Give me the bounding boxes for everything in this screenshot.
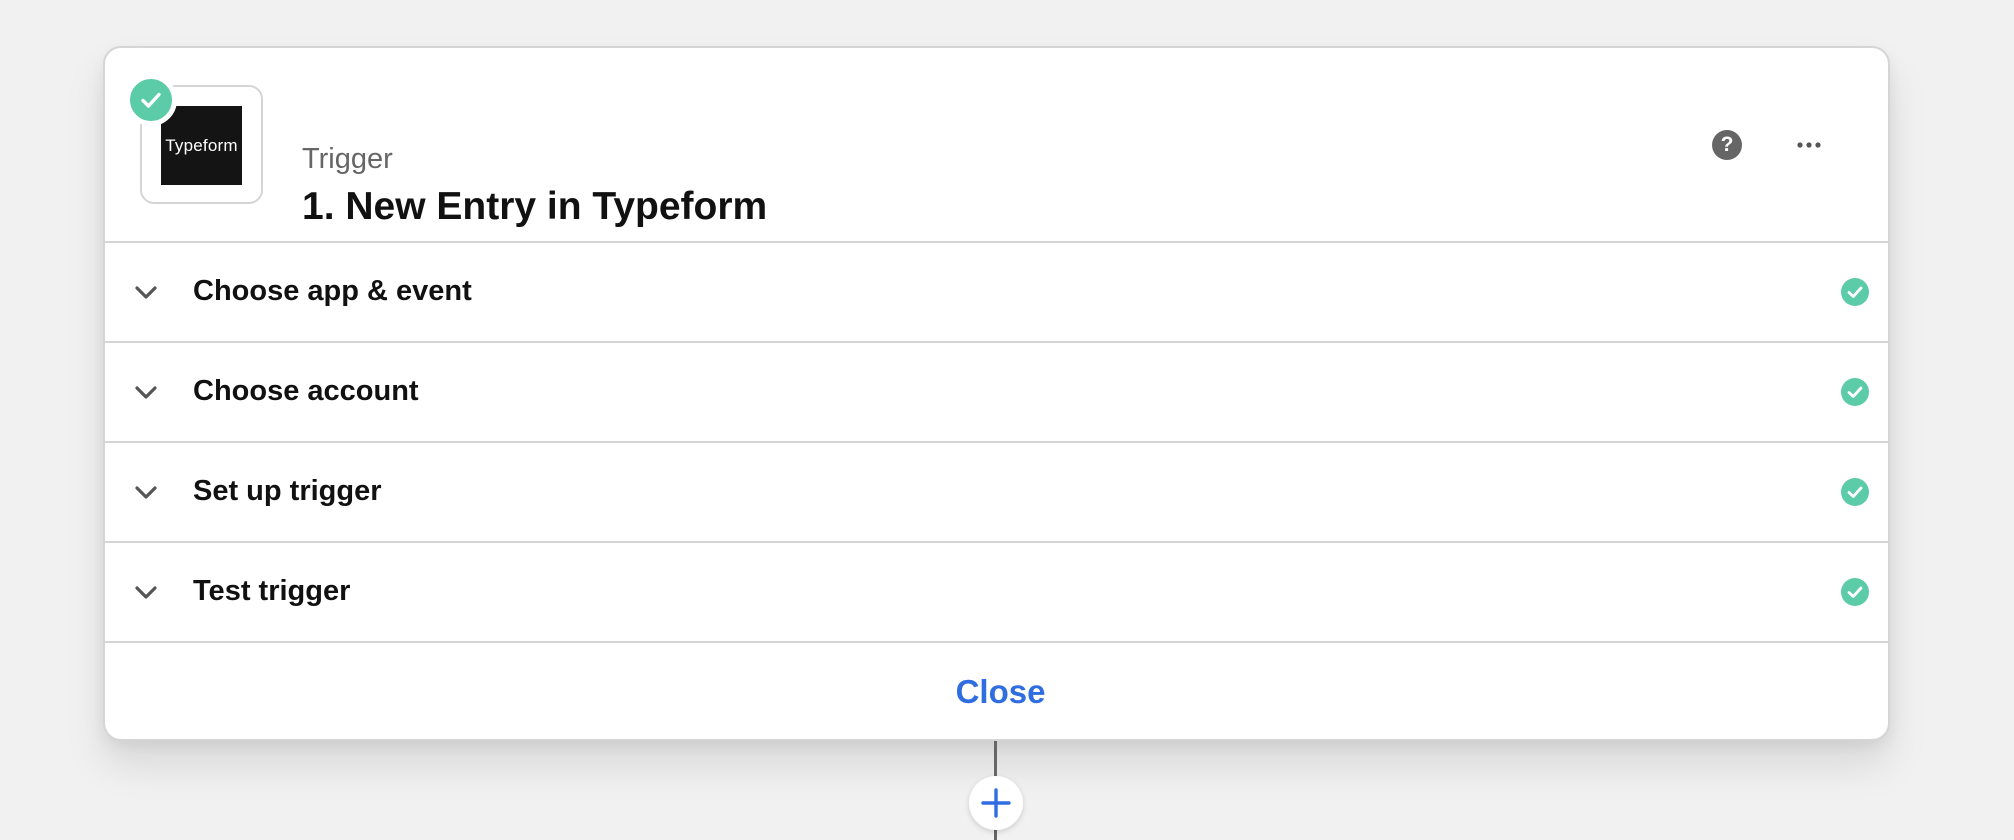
step-header: Typeform Trigger 1. New Entry in Typefor… [105, 48, 1888, 243]
chevron-down-icon [135, 486, 157, 499]
section-label: Choose account [193, 375, 419, 407]
typeform-logo: Typeform [161, 106, 242, 185]
step-kind-label: Trigger [302, 143, 393, 175]
check-circle-icon [1841, 278, 1869, 306]
chevron-down-icon [135, 586, 157, 599]
check-circle-icon [1841, 578, 1869, 606]
card-footer: Close [105, 643, 1888, 739]
help-icon[interactable]: ? [1712, 130, 1742, 160]
section-label: Choose app & event [193, 275, 472, 307]
plus-icon [981, 788, 1011, 818]
section-test-trigger[interactable]: Test trigger [105, 543, 1888, 643]
chevron-down-icon [135, 386, 157, 399]
chevron-down-icon [135, 286, 157, 299]
section-set-up-trigger[interactable]: Set up trigger [105, 443, 1888, 543]
more-options-icon[interactable] [1789, 128, 1829, 162]
step-complete-check-icon [125, 74, 177, 126]
section-label: Set up trigger [193, 475, 382, 507]
check-circle-icon [1841, 478, 1869, 506]
section-label: Test trigger [193, 575, 351, 607]
add-step-button[interactable] [969, 776, 1023, 830]
close-button[interactable]: Close [956, 675, 1046, 708]
section-choose-account[interactable]: Choose account [105, 343, 1888, 443]
section-choose-app-event[interactable]: Choose app & event [105, 243, 1888, 343]
step-card: Typeform Trigger 1. New Entry in Typefor… [103, 46, 1890, 741]
check-circle-icon [1841, 378, 1869, 406]
step-title[interactable]: 1. New Entry in Typeform [302, 187, 767, 226]
